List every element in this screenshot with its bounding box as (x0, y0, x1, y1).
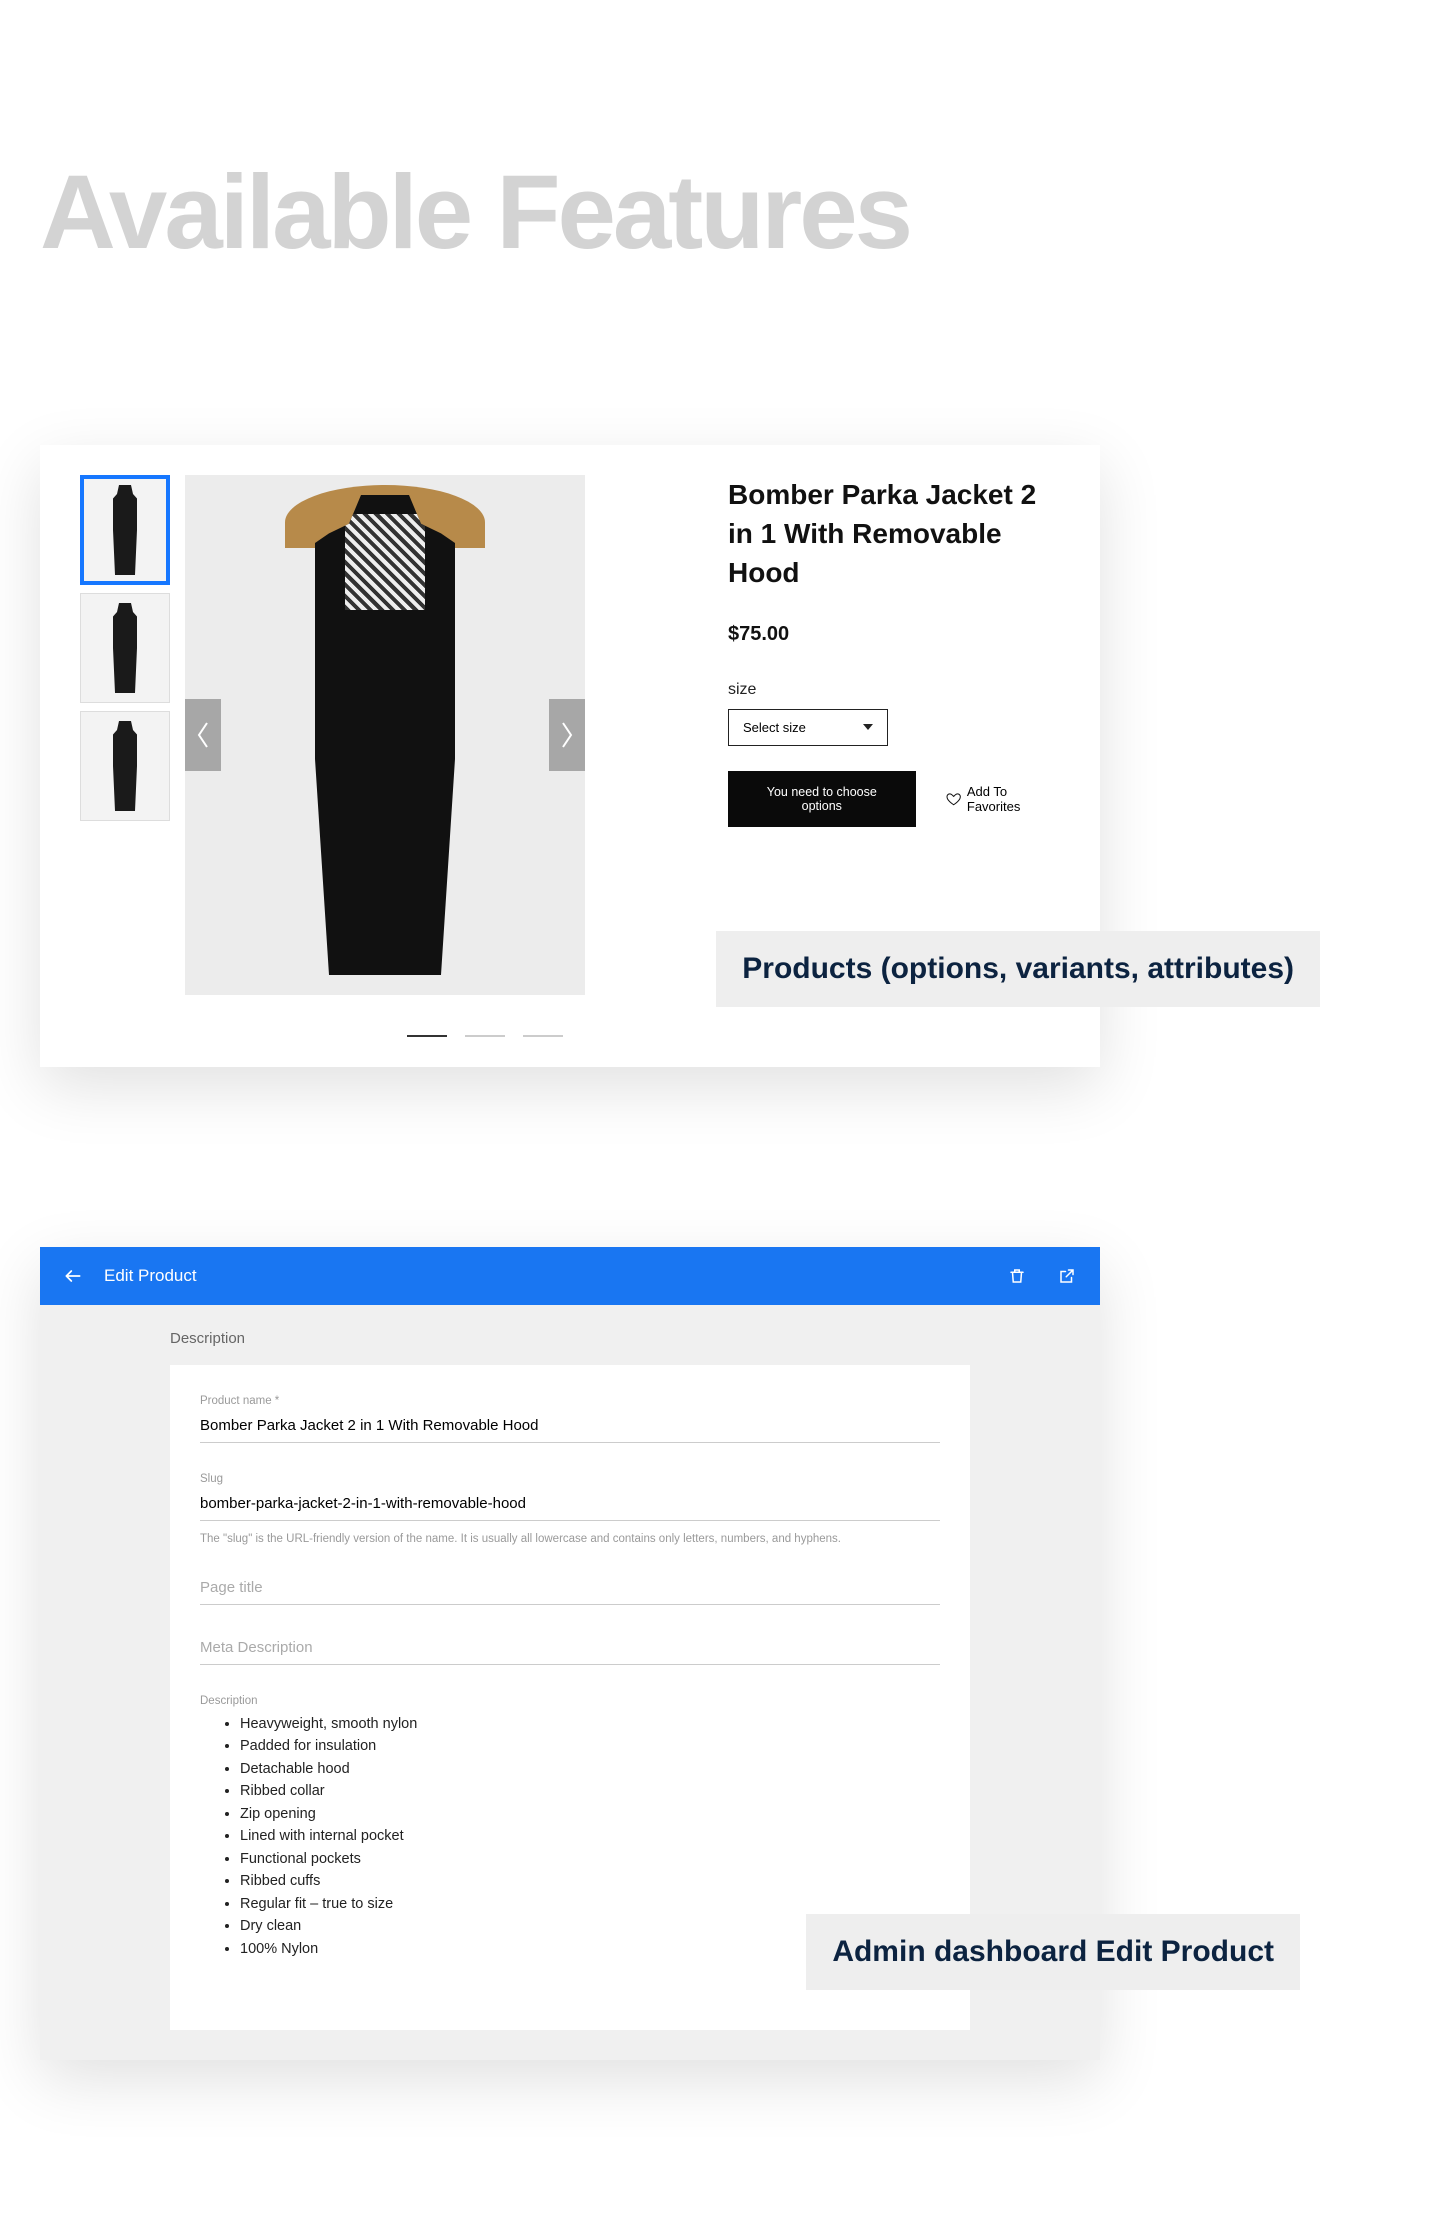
list-item: Ribbed collar (240, 1780, 940, 1802)
product-name-input[interactable] (200, 1413, 940, 1443)
choose-options-button[interactable]: You need to choose options (728, 771, 916, 827)
feature-callout-products: Products (options, variants, attributes) (716, 931, 1320, 1008)
slug-help-text: The "slug" is the URL-friendly version o… (200, 1533, 940, 1545)
chevron-right-icon (559, 721, 575, 749)
field-label: Slug (200, 1473, 940, 1485)
delete-button[interactable] (1006, 1265, 1028, 1287)
heart-icon (946, 791, 961, 807)
admin-header-title: Edit Product (104, 1266, 197, 1286)
slug-input[interactable] (200, 1491, 940, 1521)
slug-field: Slug (200, 1473, 940, 1521)
list-item: Zip opening (240, 1803, 940, 1825)
product-name-field: Product name * (200, 1395, 940, 1443)
meta-description-input[interactable] (200, 1635, 940, 1665)
product-title: Bomber Parka Jacket 2 in 1 With Removabl… (728, 475, 1060, 593)
chevron-left-icon (195, 721, 211, 749)
field-label: Product name * (200, 1395, 940, 1407)
list-item: Lined with internal pocket (240, 1825, 940, 1847)
add-to-favorites[interactable]: Add To Favorites (946, 784, 1060, 814)
admin-header: Edit Product (40, 1247, 1100, 1305)
list-item: Regular fit – true to size (240, 1893, 940, 1915)
meta-description-field (200, 1635, 940, 1665)
list-item: Heavyweight, smooth nylon (240, 1713, 940, 1735)
trash-icon (1008, 1266, 1026, 1286)
thumbnail-list (80, 475, 170, 1037)
list-item: Detachable hood (240, 1758, 940, 1780)
list-item: Functional pockets (240, 1848, 940, 1870)
admin-edit-product-card: Edit Product Description Product name * … (40, 1247, 1100, 2060)
page-title-field (200, 1575, 940, 1605)
carousel-dot[interactable] (407, 1035, 447, 1037)
size-select-text: Select size (743, 720, 806, 735)
list-item: Padded for insulation (240, 1735, 940, 1757)
product-detail-card: Bomber Parka Jacket 2 in 1 With Removabl… (40, 445, 1100, 1067)
chevron-down-icon (863, 724, 873, 730)
product-main-image (185, 475, 585, 995)
carousel-dot[interactable] (523, 1035, 563, 1037)
product-price: $75.00 (728, 623, 1060, 646)
carousel-dot[interactable] (465, 1035, 505, 1037)
page-title-input[interactable] (200, 1575, 940, 1605)
thumbnail-2[interactable] (80, 593, 170, 703)
size-select[interactable]: Select size (728, 709, 888, 746)
back-button[interactable] (62, 1265, 84, 1287)
option-label: size (728, 681, 1060, 699)
carousel-indicators (285, 1035, 685, 1037)
feature-callout-admin: Admin dashboard Edit Product (806, 1914, 1300, 1991)
favorites-label: Add To Favorites (967, 784, 1060, 814)
prev-image-button[interactable] (185, 699, 221, 771)
field-label: Description (200, 1695, 940, 1707)
list-item: Ribbed cuffs (240, 1870, 940, 1892)
next-image-button[interactable] (549, 699, 585, 771)
page-heading: Available Features (40, 160, 1400, 265)
arrow-left-icon (63, 1266, 83, 1286)
thumbnail-1[interactable] (80, 475, 170, 585)
thumbnail-3[interactable] (80, 711, 170, 821)
section-label: Description (40, 1305, 1100, 1365)
open-external-button[interactable] (1056, 1265, 1078, 1287)
external-link-icon (1058, 1267, 1076, 1285)
